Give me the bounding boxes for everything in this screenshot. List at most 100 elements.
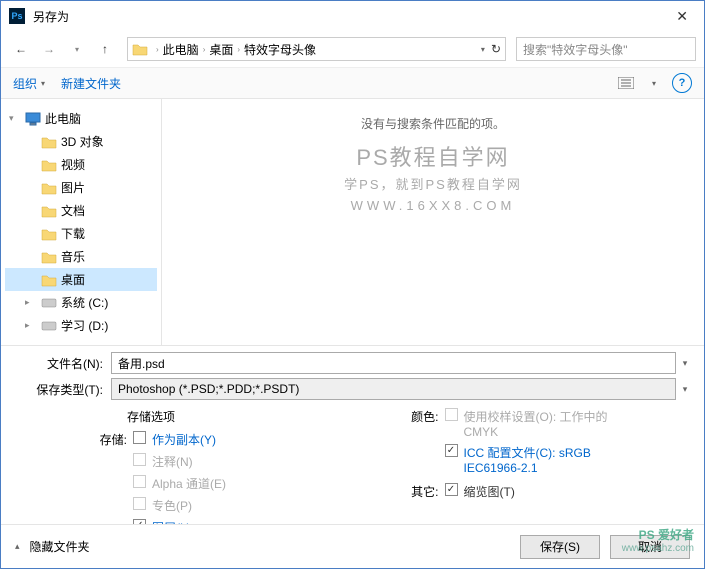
empty-message: 没有与搜索条件匹配的项。 bbox=[172, 115, 694, 132]
tree-label: 学习 (D:) bbox=[61, 317, 108, 334]
monitor-icon bbox=[25, 112, 41, 126]
recent-dropdown[interactable]: ▾ bbox=[65, 37, 89, 61]
crumb-sep: › bbox=[203, 45, 206, 54]
tree-item-thispc[interactable]: ▾ 此电脑 bbox=[5, 107, 157, 130]
folder-icon bbox=[41, 227, 57, 241]
alpha-checkbox bbox=[133, 475, 146, 488]
help-icon[interactable]: ? bbox=[672, 73, 692, 93]
watermark-line: WWW.16XX8.COM bbox=[172, 196, 694, 217]
filename-input[interactable]: 备用.psd bbox=[111, 352, 676, 374]
app-icon: Ps bbox=[9, 8, 25, 24]
tree-label: 3D 对象 bbox=[61, 133, 104, 150]
filename-value: 备用.psd bbox=[118, 355, 165, 372]
tree-item-drive-d[interactable]: ▸ 学习 (D:) bbox=[5, 314, 157, 337]
filetype-select[interactable]: Photoshop (*.PSD;*.PDD;*.PSDT) bbox=[111, 378, 676, 400]
tree-item-downloads[interactable]: 下载 bbox=[5, 222, 157, 245]
tree-item-drive-c[interactable]: ▸ 系统 (C:) bbox=[5, 291, 157, 314]
close-icon[interactable]: ✕ bbox=[668, 4, 696, 29]
save-button[interactable]: 保存(S) bbox=[520, 535, 600, 559]
hide-folders-link[interactable]: 隐藏文件夹 bbox=[30, 538, 90, 555]
filename-label: 文件名(N): bbox=[11, 355, 111, 372]
notes-label: 注释(N) bbox=[152, 453, 193, 470]
body-area: ▾ 此电脑 3D 对象 视频 图片 文档 下载 音乐 bbox=[1, 99, 704, 345]
icc-checkbox[interactable] bbox=[445, 444, 458, 457]
watermark: PS教程自学网 学PS，就到PS教程自学网 WWW.16XX8.COM bbox=[172, 140, 694, 217]
folder-tree[interactable]: ▾ 此电脑 3D 对象 视频 图片 文档 下载 音乐 bbox=[1, 99, 161, 345]
new-folder-button[interactable]: 新建文件夹 bbox=[61, 75, 121, 92]
as-copy-checkbox[interactable] bbox=[133, 431, 146, 444]
watermark-line: PS教程自学网 bbox=[172, 140, 694, 175]
filetype-label: 保存类型(T): bbox=[11, 381, 111, 398]
folder-icon bbox=[41, 273, 57, 287]
spot-label: 专色(P) bbox=[152, 497, 192, 514]
thumbnail-label: 缩览图(T) bbox=[464, 483, 515, 500]
organize-button[interactable]: 组织 bbox=[13, 75, 37, 92]
up-button[interactable]: ↑ bbox=[93, 37, 117, 61]
titlebar: Ps 另存为 ✕ bbox=[1, 1, 704, 31]
crumb-sep: › bbox=[237, 45, 240, 54]
tree-label: 下载 bbox=[61, 225, 85, 242]
expand-icon[interactable]: ▾ bbox=[9, 113, 21, 124]
toolbar: 组织 ▾ 新建文件夹 ▾ ? bbox=[1, 67, 704, 99]
folder-icon bbox=[41, 135, 57, 149]
other-sublabel: 其它: bbox=[403, 483, 439, 500]
navbar: ← → ▾ ↑ › 此电脑 › 桌面 › 特效字母头像 ▾ ↻ 搜索"特效字母头… bbox=[1, 31, 704, 67]
cancel-button[interactable]: 取消 bbox=[610, 535, 690, 559]
folder-icon bbox=[41, 158, 57, 172]
folder-icon bbox=[41, 250, 57, 264]
color-sublabel: 颜色: bbox=[403, 408, 439, 425]
search-input[interactable]: 搜索"特效字母头像" bbox=[516, 37, 696, 61]
expand-icon[interactable]: ▸ bbox=[25, 297, 37, 308]
crumb-sep: › bbox=[156, 45, 159, 54]
folder-icon bbox=[132, 42, 148, 56]
folder-icon bbox=[41, 181, 57, 195]
tree-item-desktop[interactable]: 桌面 bbox=[5, 268, 157, 291]
thumbnail-checkbox[interactable] bbox=[445, 483, 458, 496]
icc-label[interactable]: ICC 配置文件(C): sRGB IEC61966-2.1 bbox=[464, 444, 634, 475]
save-sublabel: 存储: bbox=[91, 431, 127, 448]
footer: ▴ 隐藏文件夹 保存(S) 取消 bbox=[1, 524, 704, 568]
tree-label: 音乐 bbox=[61, 248, 85, 265]
alpha-label: Alpha 通道(E) bbox=[152, 475, 226, 492]
breadcrumb[interactable]: 此电脑 bbox=[163, 41, 199, 58]
chevron-down-icon[interactable]: ▾ bbox=[481, 45, 485, 54]
save-options-panel: 文件名(N): 备用.psd ▾ 保存类型(T): Photoshop (*.P… bbox=[1, 345, 704, 541]
window-title: 另存为 bbox=[33, 8, 668, 25]
folder-icon bbox=[41, 204, 57, 218]
filetype-value: Photoshop (*.PSD;*.PDD;*.PSDT) bbox=[118, 382, 299, 396]
address-bar[interactable]: › 此电脑 › 桌面 › 特效字母头像 ▾ ↻ bbox=[127, 37, 506, 61]
tree-item-music[interactable]: 音乐 bbox=[5, 245, 157, 268]
chevron-down-icon[interactable]: ▾ bbox=[676, 384, 694, 395]
tree-item-documents[interactable]: 文档 bbox=[5, 199, 157, 222]
view-options-icon[interactable] bbox=[616, 73, 636, 93]
tree-item-pictures[interactable]: 图片 bbox=[5, 176, 157, 199]
proof-checkbox bbox=[445, 408, 458, 421]
tree-label: 视频 bbox=[61, 156, 85, 173]
dropdown-caret-icon[interactable]: ▾ bbox=[41, 79, 45, 88]
disk-icon bbox=[41, 319, 57, 333]
tree-label: 系统 (C:) bbox=[61, 294, 108, 311]
dropdown-caret-icon[interactable]: ▾ bbox=[652, 79, 656, 88]
tree-label: 图片 bbox=[61, 179, 85, 196]
options-header: 存储选项 bbox=[127, 408, 383, 425]
breadcrumb[interactable]: 桌面 bbox=[209, 41, 233, 58]
breadcrumb[interactable]: 特效字母头像 bbox=[244, 41, 316, 58]
tree-label: 文档 bbox=[61, 202, 85, 219]
disk-icon bbox=[41, 296, 57, 310]
tree-item-videos[interactable]: 视频 bbox=[5, 153, 157, 176]
expand-icon[interactable]: ▸ bbox=[25, 320, 37, 331]
spot-checkbox bbox=[133, 497, 146, 510]
proof-label: 使用校样设置(O): 工作中的 CMYK bbox=[464, 408, 634, 439]
forward-button: → bbox=[37, 37, 61, 61]
search-placeholder: 搜索"特效字母头像" bbox=[523, 41, 628, 58]
file-list: 没有与搜索条件匹配的项。 PS教程自学网 学PS，就到PS教程自学网 WWW.1… bbox=[161, 99, 704, 345]
as-copy-label[interactable]: 作为副本(Y) bbox=[152, 431, 216, 448]
notes-checkbox bbox=[133, 453, 146, 466]
collapse-icon[interactable]: ▴ bbox=[15, 541, 20, 552]
tree-item-3d[interactable]: 3D 对象 bbox=[5, 130, 157, 153]
refresh-icon[interactable]: ↻ bbox=[491, 42, 501, 56]
tree-label: 桌面 bbox=[61, 271, 85, 288]
back-button[interactable]: ← bbox=[9, 37, 33, 61]
watermark-line: 学PS，就到PS教程自学网 bbox=[172, 175, 694, 196]
chevron-down-icon[interactable]: ▾ bbox=[676, 358, 694, 369]
